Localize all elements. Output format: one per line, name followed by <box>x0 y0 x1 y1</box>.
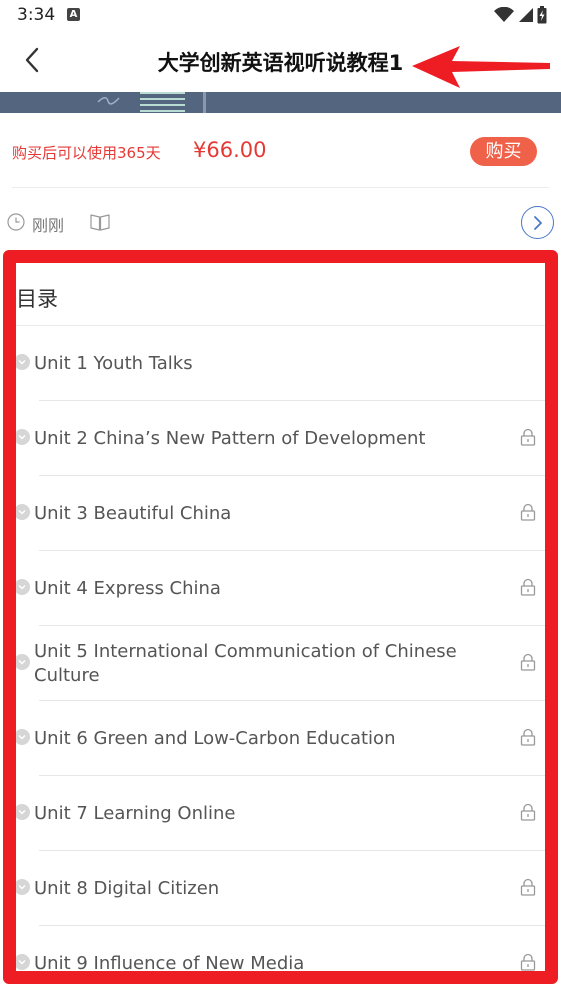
toc-item-label: Unit 7 Learning Online <box>34 802 236 824</box>
toc-list: Unit 1 Youth Talks Unit 2 China’s New Pa… <box>16 326 545 974</box>
lock-icon <box>520 503 536 521</box>
toc-item-unit-8[interactable]: Unit 8 Digital Citizen <box>16 851 545 926</box>
toc-item-unit-3[interactable]: Unit 3 Beautiful China <box>16 476 545 551</box>
chevron-down-icon <box>16 879 30 895</box>
chevron-right-icon <box>533 215 542 230</box>
toc-item-label: Unit 3 Beautiful China <box>34 502 232 524</box>
lock-icon <box>520 428 536 446</box>
chevron-down-icon <box>16 804 30 820</box>
divider <box>12 187 549 188</box>
toc-highlight-box: 目录 Unit 1 Youth Talks Unit 2 China’s New… <box>3 250 558 984</box>
signal-icon <box>519 8 533 22</box>
cover-stripe <box>140 104 185 106</box>
cover-stripe <box>140 92 185 94</box>
wifi-icon <box>494 7 514 22</box>
toc-item-unit-6[interactable]: Unit 6 Green and Low-Carbon Education <box>16 701 545 776</box>
toc-item-label: Unit 6 Green and Low-Carbon Education <box>34 727 396 749</box>
toc-item-label: Unit 1 Youth Talks <box>34 352 193 374</box>
price-row: 购买后可以使用365天 ¥66.00 购买 <box>0 128 561 174</box>
chevron-down-icon <box>16 354 30 370</box>
chevron-down-icon <box>16 504 30 520</box>
toc-item-unit-7[interactable]: Unit 7 Learning Online <box>16 776 545 851</box>
chevron-down-icon <box>16 729 30 745</box>
cover-divider <box>203 92 206 113</box>
battery-charging-icon <box>537 6 547 24</box>
validity-note: 购买后可以使用365天 <box>12 144 161 162</box>
lock-icon <box>520 728 536 746</box>
lock-icon <box>520 653 536 671</box>
toc-item-unit-9[interactable]: Unit 9 Influence of New Media <box>16 926 545 974</box>
toc-item-label: Unit 4 Express China <box>34 577 221 599</box>
toc-item-unit-4[interactable]: Unit 4 Express China <box>16 551 545 626</box>
cover-stripe <box>140 110 185 112</box>
toc-item-label: Unit 9 Influence of New Media <box>34 952 305 974</box>
cover-art-icon <box>97 97 120 105</box>
lock-icon <box>520 803 536 821</box>
meta-row: 刚刚 <box>0 200 561 244</box>
lock-icon <box>520 878 536 896</box>
status-time: 3:34 <box>17 5 56 25</box>
status-icons <box>494 6 547 24</box>
clock-icon <box>7 213 25 231</box>
updated-time: 刚刚 <box>32 216 65 235</box>
toc-item-label: Unit 5 International Communication of Ch… <box>34 640 457 686</box>
toc-title: 目录 <box>16 287 58 311</box>
chevron-down-icon <box>16 954 30 970</box>
chevron-down-icon <box>16 429 30 445</box>
toc-item-label: Unit 2 China’s New Pattern of Developmen… <box>34 427 426 449</box>
price: ¥66.00 <box>193 138 267 162</box>
buy-button[interactable]: 购买 <box>470 137 537 166</box>
annotation-arrow-icon <box>412 46 550 88</box>
app-header: 大学创新英语视听说教程1 <box>0 30 561 92</box>
toc-item-unit-2[interactable]: Unit 2 China’s New Pattern of Developmen… <box>16 401 545 476</box>
next-button[interactable] <box>521 206 554 239</box>
notification-icon: A <box>67 8 80 21</box>
chevron-down-icon <box>16 579 30 595</box>
toc-item-unit-1[interactable]: Unit 1 Youth Talks <box>16 326 545 401</box>
cover-stripe <box>140 98 185 100</box>
lock-icon <box>520 578 536 596</box>
chevron-down-icon <box>16 654 30 670</box>
course-cover-banner <box>0 92 561 113</box>
status-bar: 3:34 A <box>0 0 561 30</box>
toc-item-unit-5[interactable]: Unit 5 International Communication of Ch… <box>16 626 545 701</box>
lock-icon <box>520 953 536 971</box>
toc-item-label: Unit 8 Digital Citizen <box>34 877 220 899</box>
book-icon[interactable] <box>90 213 110 231</box>
